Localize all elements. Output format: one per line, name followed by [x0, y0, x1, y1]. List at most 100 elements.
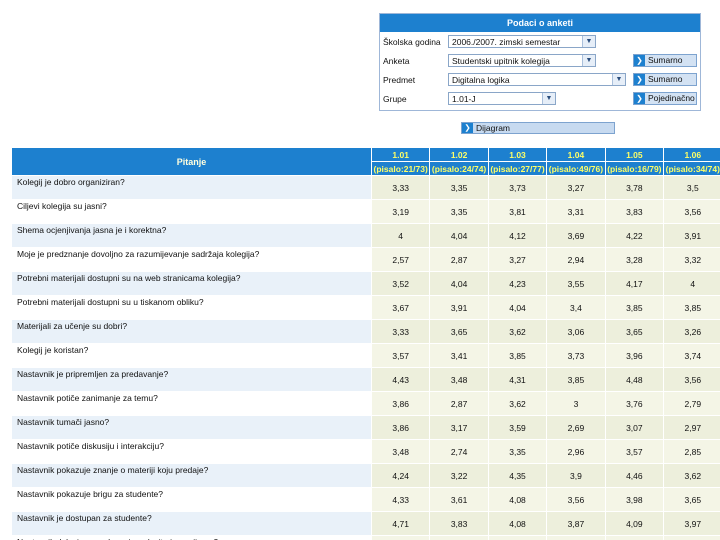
score-cell: 3,27	[488, 248, 547, 271]
score-cell: 2,85	[664, 440, 720, 463]
filter-row-course: Predmet Digitalna logika ▼ ❯ Sumarno	[380, 72, 700, 89]
score-cell: 3,35	[430, 200, 488, 223]
question-cell: Nastavnik pokazuje brigu za studente?	[12, 488, 371, 511]
score-cell: 4,59	[664, 536, 720, 540]
score-cell: 3,83	[605, 200, 664, 223]
score-cell: 2,87	[430, 392, 488, 415]
arrow-right-icon: ❯	[634, 55, 645, 66]
course-label: Predmet	[383, 75, 416, 85]
score-cell: 3,4	[547, 296, 605, 319]
group-header: 1.03	[488, 148, 547, 161]
course-value: Digitalna logika	[452, 75, 510, 85]
score-cell: 3,85	[605, 296, 664, 319]
score-cell: 4,46	[547, 536, 605, 540]
chevron-down-icon[interactable]: ▼	[542, 93, 555, 104]
score-cell: 4,71	[371, 512, 430, 535]
question-cell: Nastavnik dolazi na predavanje redovito …	[12, 536, 371, 540]
score-cell: 3,87	[547, 512, 605, 535]
table-row: Shema ocjenjivanja jasna je i korektna? 4…	[12, 224, 720, 247]
score-cell: 4,76	[605, 536, 664, 540]
school-year-value: 2006./2007. zimski semestar	[452, 37, 561, 47]
survey-summary-label: Sumarno	[648, 55, 683, 65]
question-cell: Nastavnik potiče diskusiju i interakciju…	[12, 440, 371, 463]
score-cell: 3,61	[430, 488, 488, 511]
score-cell: 3,65	[430, 320, 488, 343]
survey-summary-button[interactable]: ❯ Sumarno	[633, 54, 697, 67]
score-cell: 3,62	[488, 392, 547, 415]
score-cell: 3,41	[430, 344, 488, 367]
score-cell: 3,65	[664, 488, 720, 511]
score-cell: 4,22	[605, 224, 664, 247]
question-cell: Nastavnik potiče zanimanje za temu?	[12, 392, 371, 415]
score-cell: 4,08	[488, 512, 547, 535]
groups-individual-button[interactable]: ❯ Pojedinačno	[633, 92, 697, 105]
survey-select[interactable]: Studentski upitnik kolegija ▼	[448, 54, 596, 67]
diagram-button[interactable]: ❯ Dijagram	[461, 122, 615, 134]
groups-select[interactable]: 1.01-J ▼	[448, 92, 556, 105]
score-cell: 4,24	[371, 464, 430, 487]
group-header: 1.06	[664, 148, 720, 161]
score-cell: 4,04	[430, 224, 488, 247]
question-cell: Ciljevi kolegija su jasni?	[12, 200, 371, 223]
table-row: Nastavnik tumači jasno? 3,86 3,17 3,59 2,69 3…	[12, 416, 720, 439]
table-row: Nastavnik je dostupan za studente? 4,71 3,…	[12, 512, 720, 535]
score-cell: 3,76	[605, 392, 664, 415]
question-cell: Nastavnik pokazuje znanje o materiji koj…	[12, 464, 371, 487]
score-cell: 3,06	[547, 320, 605, 343]
score-cell: 3,22	[430, 464, 488, 487]
filter-row-school-year: Školska godina 2006./2007. zimski semest…	[380, 34, 700, 51]
chevron-down-icon[interactable]: ▼	[582, 55, 595, 66]
score-cell: 3,78	[605, 176, 664, 199]
table-row: Nastavnik pokazuje brigu za studente? 4,3…	[12, 488, 720, 511]
question-cell: Kolegij je koristan?	[12, 344, 371, 367]
group-header: 1.05	[605, 148, 664, 161]
score-cell: 2,96	[547, 440, 605, 463]
course-select[interactable]: Digitalna logika ▼	[448, 73, 626, 86]
school-year-select[interactable]: 2006./2007. zimski semestar ▼	[448, 35, 596, 48]
score-cell: 4,23	[488, 272, 547, 295]
score-cell: 3,98	[605, 488, 664, 511]
score-cell: 3,32	[664, 248, 720, 271]
score-cell: 3,56	[664, 368, 720, 391]
question-cell: Shema ocjenjivanja jasna je i korektna?	[12, 224, 371, 247]
score-cell: 3,85	[664, 296, 720, 319]
question-cell: Nastavnik je pripremljen za predavanje?	[12, 368, 371, 391]
score-cell: 3,86	[371, 392, 430, 415]
school-year-label: Školska godina	[383, 37, 441, 47]
filter-row-survey: Anketa Studentski upitnik kolegija ▼ ❯ Su…	[380, 53, 700, 70]
score-cell: 4,09	[605, 512, 664, 535]
arrow-right-icon: ❯	[634, 74, 645, 85]
score-cell: 3,55	[547, 272, 605, 295]
score-cell: 3,26	[664, 320, 720, 343]
score-cell: 3,27	[547, 176, 605, 199]
course-summary-label: Sumarno	[648, 74, 683, 84]
wrote-count: (pisalo:21/73)	[371, 162, 430, 175]
score-cell: 3,91	[664, 224, 720, 247]
wrote-count: (pisalo:34/74)	[664, 162, 720, 175]
score-cell: 3,73	[547, 344, 605, 367]
score-cell: 3,5	[664, 176, 720, 199]
score-cell: 4,31	[488, 368, 547, 391]
score-cell: 2,69	[547, 416, 605, 439]
score-cell: 4,33	[371, 488, 430, 511]
question-cell: Potrebni materijali dostupni su u tiskan…	[12, 296, 371, 319]
group-header: 1.01	[371, 148, 430, 161]
score-cell: 3,56	[664, 200, 720, 223]
score-cell: 3,33	[371, 320, 430, 343]
score-cell: 3,17	[430, 416, 488, 439]
score-cell: 3,57	[371, 344, 430, 367]
score-cell: 3,35	[488, 440, 547, 463]
question-cell: Kolegij je dobro organiziran?	[12, 176, 371, 199]
score-cell: 3,33	[371, 176, 430, 199]
score-cell: 2,79	[664, 392, 720, 415]
chevron-down-icon[interactable]: ▼	[612, 74, 625, 85]
table-row: Potrebni materijali dostupni su u tiskan…	[12, 296, 720, 319]
score-cell: 2,97	[664, 416, 720, 439]
course-summary-button[interactable]: ❯ Sumarno	[633, 73, 697, 86]
score-cell: 2,87	[430, 248, 488, 271]
table-row: Kolegij je koristan? 3,57 3,41 3,85 3,73 3,96…	[12, 344, 720, 367]
chevron-down-icon[interactable]: ▼	[582, 36, 595, 47]
score-cell: 3,74	[664, 344, 720, 367]
results-table: Pitanje 1.01 1.02 1.03 1.04 1.05 1.06 (p…	[11, 147, 720, 540]
filter-row-groups: Grupe 1.01-J ▼ ❯ Pojedinačno	[380, 91, 700, 108]
